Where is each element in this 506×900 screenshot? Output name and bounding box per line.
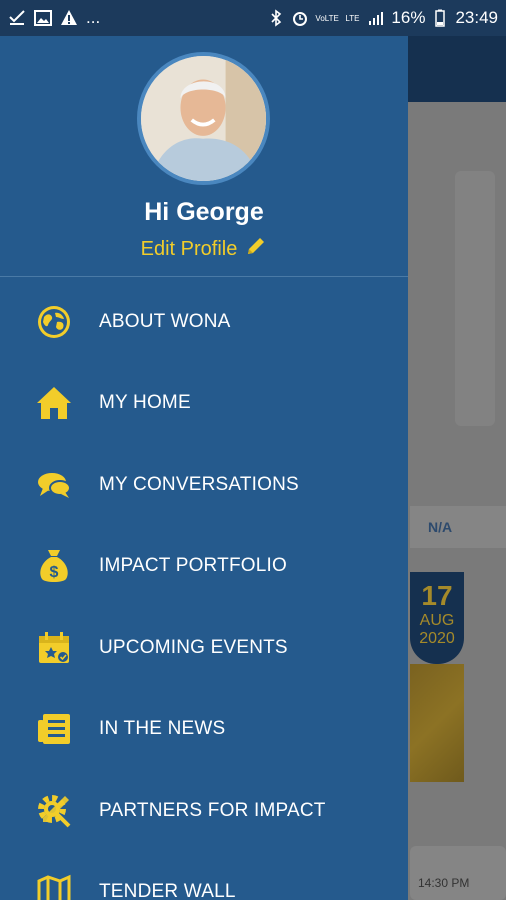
menu-item-impact-portfolio[interactable]: $ IMPACT PORTFOLIO (0, 526, 408, 608)
menu-label: MY HOME (99, 392, 191, 414)
lte-indicator: LTE (345, 13, 360, 23)
newspaper-icon (34, 709, 74, 749)
globe-icon (34, 302, 74, 342)
menu-label: MY CONVERSATIONS (99, 473, 299, 495)
menu-item-partners-for-impact[interactable]: PARTNERS FOR IMPACT (0, 770, 408, 852)
menu-item-my-home[interactable]: MY HOME (0, 363, 408, 445)
date-year: 2020 (419, 630, 455, 647)
home-icon (34, 383, 74, 423)
navigation-drawer: Hi George Edit Profile ABOUT WONA MY HOM… (0, 36, 408, 900)
avatar[interactable] (137, 52, 270, 185)
menu-label: TENDER WALL (99, 881, 236, 900)
gear-tools-icon (34, 791, 74, 831)
warning-icon (60, 9, 78, 27)
menu-label: IN THE NEWS (99, 718, 226, 740)
menu-item-about-wona[interactable]: ABOUT WONA (0, 281, 408, 363)
greeting: Hi George (144, 198, 264, 226)
date-month: AUG (419, 612, 455, 629)
background-card (455, 171, 495, 426)
menu-item-in-the-news[interactable]: IN THE NEWS (0, 689, 408, 771)
profile-header: Hi George Edit Profile (0, 36, 408, 277)
background-event-image (410, 664, 464, 782)
pencil-icon (245, 235, 267, 263)
menu-item-tender-wall[interactable]: TENDER WALL (0, 852, 408, 900)
background-date-badge: 17 AUG 2020 (410, 572, 464, 664)
clock: 23:49 (455, 8, 498, 27)
edit-profile-label: Edit Profile (140, 237, 238, 260)
calendar-icon (34, 628, 74, 668)
svg-text:$: $ (50, 564, 59, 581)
alarm-icon (291, 9, 309, 27)
battery-icon (431, 9, 449, 27)
bluetooth-icon (267, 9, 285, 27)
background-badge: N/A (410, 506, 506, 548)
chat-bubbles-icon (34, 465, 74, 505)
menu-label: ABOUT WONA (99, 310, 231, 332)
menu-label: IMPACT PORTFOLIO (99, 555, 287, 577)
date-day: 17 (421, 580, 453, 611)
menu-item-upcoming-events[interactable]: UPCOMING EVENTS (0, 607, 408, 689)
menu-label: PARTNERS FOR IMPACT (99, 799, 326, 821)
more-notifications: ... (86, 8, 101, 27)
menu-item-my-conversations[interactable]: MY CONVERSATIONS (0, 444, 408, 526)
edit-profile-link[interactable]: Edit Profile (0, 235, 408, 263)
map-icon (34, 872, 74, 900)
image-icon (34, 9, 52, 27)
background-time: 14:30 PM (410, 846, 506, 900)
drawer-menu: ABOUT WONA MY HOME MY CONVERSATIONS $ IM… (0, 281, 408, 900)
volte-indicator: VoLTE (315, 13, 339, 23)
menu-label: UPCOMING EVENTS (99, 636, 288, 658)
battery-percent: 16% (391, 8, 426, 27)
signal-icon (367, 9, 385, 27)
download-done-icon (8, 9, 26, 27)
status-bar: ... VoLTE LTE 16% 23:49 (0, 0, 506, 36)
money-bag-icon: $ (34, 546, 74, 586)
